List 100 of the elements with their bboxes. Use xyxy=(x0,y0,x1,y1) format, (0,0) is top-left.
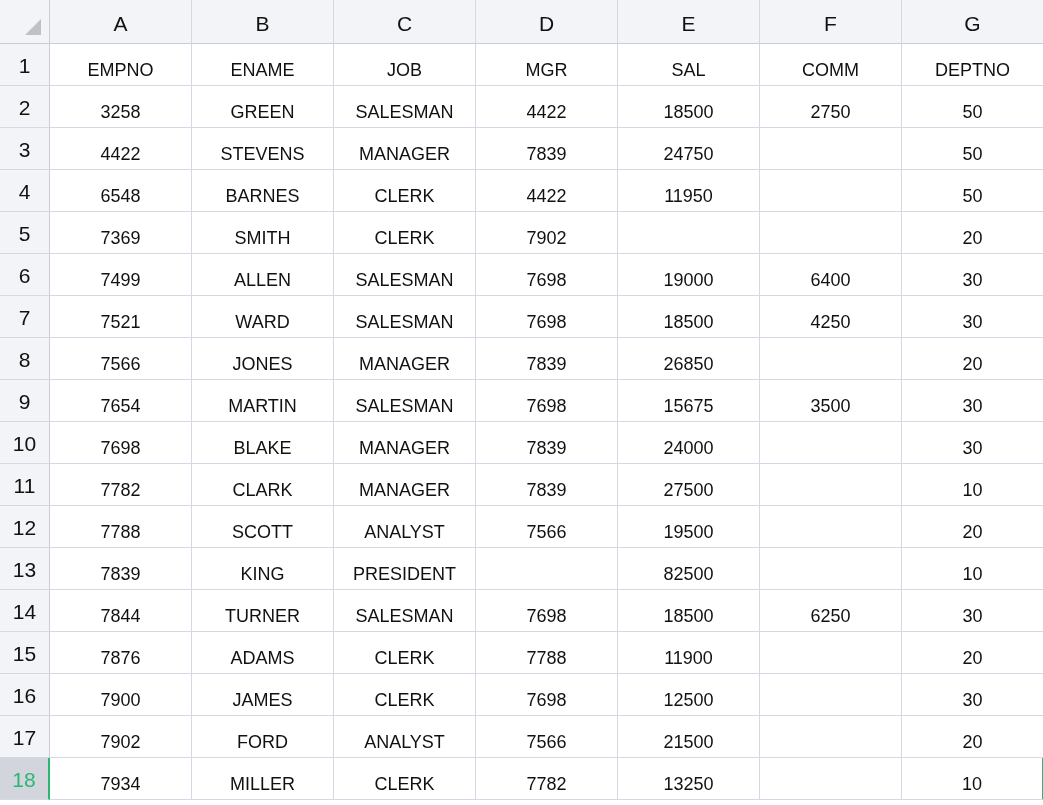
table-cell: 7698 xyxy=(476,674,618,716)
row-header[interactable]: 2 xyxy=(0,86,50,128)
table-cell: 10 xyxy=(902,758,1043,800)
table-cell: EMPNO xyxy=(50,44,192,86)
table-cell: 7698 xyxy=(476,296,618,338)
table-cell: 10 xyxy=(902,464,1043,506)
table-cell: 7499 xyxy=(50,254,192,296)
table-cell: 3258 xyxy=(50,86,192,128)
table-cell: 20 xyxy=(902,506,1043,548)
column-header[interactable]: G xyxy=(902,0,1043,44)
table-cell: 50 xyxy=(902,128,1043,170)
table-cell: 4250 xyxy=(760,296,902,338)
table-cell: 7698 xyxy=(476,254,618,296)
table-cell: 7698 xyxy=(476,590,618,632)
table-cell: 7902 xyxy=(50,716,192,758)
table-cell: 24000 xyxy=(618,422,760,464)
column-header[interactable]: B xyxy=(192,0,334,44)
table-cell: KING xyxy=(192,548,334,590)
table-cell: TURNER xyxy=(192,590,334,632)
table-cell: 20 xyxy=(902,716,1043,758)
row-header[interactable]: 6 xyxy=(0,254,50,296)
table-cell: MANAGER xyxy=(334,338,476,380)
row-header[interactable]: 16 xyxy=(0,674,50,716)
table-cell: SAL xyxy=(618,44,760,86)
table-cell: 30 xyxy=(902,590,1043,632)
table-cell: ANALYST xyxy=(334,506,476,548)
table-cell: 4422 xyxy=(50,128,192,170)
row-header[interactable]: 8 xyxy=(0,338,50,380)
table-cell: 30 xyxy=(902,422,1043,464)
table-cell: 6400 xyxy=(760,254,902,296)
select-all-icon[interactable] xyxy=(25,19,41,35)
column-header[interactable]: F xyxy=(760,0,902,44)
column-header[interactable]: A xyxy=(50,0,192,44)
table-cell: 30 xyxy=(902,380,1043,422)
row-header[interactable]: 17 xyxy=(0,716,50,758)
table-cell: 10 xyxy=(902,548,1043,590)
table-cell: 7934 xyxy=(50,758,192,800)
table-cell: MANAGER xyxy=(334,464,476,506)
row-header[interactable]: 4 xyxy=(0,170,50,212)
table-cell: PRESIDENT xyxy=(334,548,476,590)
row-header[interactable]: 12 xyxy=(0,506,50,548)
table-cell: 7369 xyxy=(50,212,192,254)
column-header[interactable]: D xyxy=(476,0,618,44)
table-cell: GREEN xyxy=(192,86,334,128)
table-cell: 7654 xyxy=(50,380,192,422)
table-cell: DEPTNO xyxy=(902,44,1043,86)
table-cell: 19500 xyxy=(618,506,760,548)
table-cell: MILLER xyxy=(192,758,334,800)
row-header[interactable]: 15 xyxy=(0,632,50,674)
table-cell: 4422 xyxy=(476,86,618,128)
table-cell: ALLEN xyxy=(192,254,334,296)
table-cell: 27500 xyxy=(618,464,760,506)
table-cell: SALESMAN xyxy=(334,254,476,296)
table-cell: 7788 xyxy=(50,506,192,548)
table-cell: SMITH xyxy=(192,212,334,254)
table-cell: 3500 xyxy=(760,380,902,422)
table-cell: COMM xyxy=(760,44,902,86)
table-cell: SALESMAN xyxy=(334,590,476,632)
table-cell: 7566 xyxy=(476,506,618,548)
table-cell: 18500 xyxy=(618,590,760,632)
row-header[interactable]: 7 xyxy=(0,296,50,338)
table-cell: MANAGER xyxy=(334,422,476,464)
table-cell: 7566 xyxy=(476,716,618,758)
table-cell: 11900 xyxy=(618,632,760,674)
table-cell: SALESMAN xyxy=(334,296,476,338)
row-header[interactable]: 14 xyxy=(0,590,50,632)
table-cell: 13250 xyxy=(618,758,760,800)
table-cell: JAMES xyxy=(192,674,334,716)
table-cell: 7788 xyxy=(476,632,618,674)
row-header[interactable]: 9 xyxy=(0,380,50,422)
table-cell: 18500 xyxy=(618,86,760,128)
column-header[interactable]: E xyxy=(618,0,760,44)
table-cell: STEVENS xyxy=(192,128,334,170)
table-cell: 7782 xyxy=(50,464,192,506)
column-header[interactable]: C xyxy=(334,0,476,44)
table-cell: 50 xyxy=(902,170,1043,212)
table-cell: 7698 xyxy=(50,422,192,464)
table-cell: 30 xyxy=(902,296,1043,338)
table-cell: JONES xyxy=(192,338,334,380)
table-cell: 82500 xyxy=(618,548,760,590)
table-cell: CLERK xyxy=(334,632,476,674)
row-header[interactable]: 3 xyxy=(0,128,50,170)
table-cell: 15675 xyxy=(618,380,760,422)
row-header[interactable]: 1 xyxy=(0,44,50,86)
table-cell: 7839 xyxy=(476,464,618,506)
table-cell: 7521 xyxy=(50,296,192,338)
row-header[interactable]: 5 xyxy=(0,212,50,254)
table-cell: 12500 xyxy=(618,674,760,716)
table-cell: SCOTT xyxy=(192,506,334,548)
table-cell: MANAGER xyxy=(334,128,476,170)
row-header[interactable]: 13 xyxy=(0,548,50,590)
table-cell: 11950 xyxy=(618,170,760,212)
row-header[interactable]: 11 xyxy=(0,464,50,506)
table-cell: SALESMAN xyxy=(334,86,476,128)
table-cell: CLERK xyxy=(334,758,476,800)
table-cell: 50 xyxy=(902,86,1043,128)
table-cell: JOB xyxy=(334,44,476,86)
table-cell: 26850 xyxy=(618,338,760,380)
row-header[interactable]: 10 xyxy=(0,422,50,464)
table-cell: 20 xyxy=(902,212,1043,254)
